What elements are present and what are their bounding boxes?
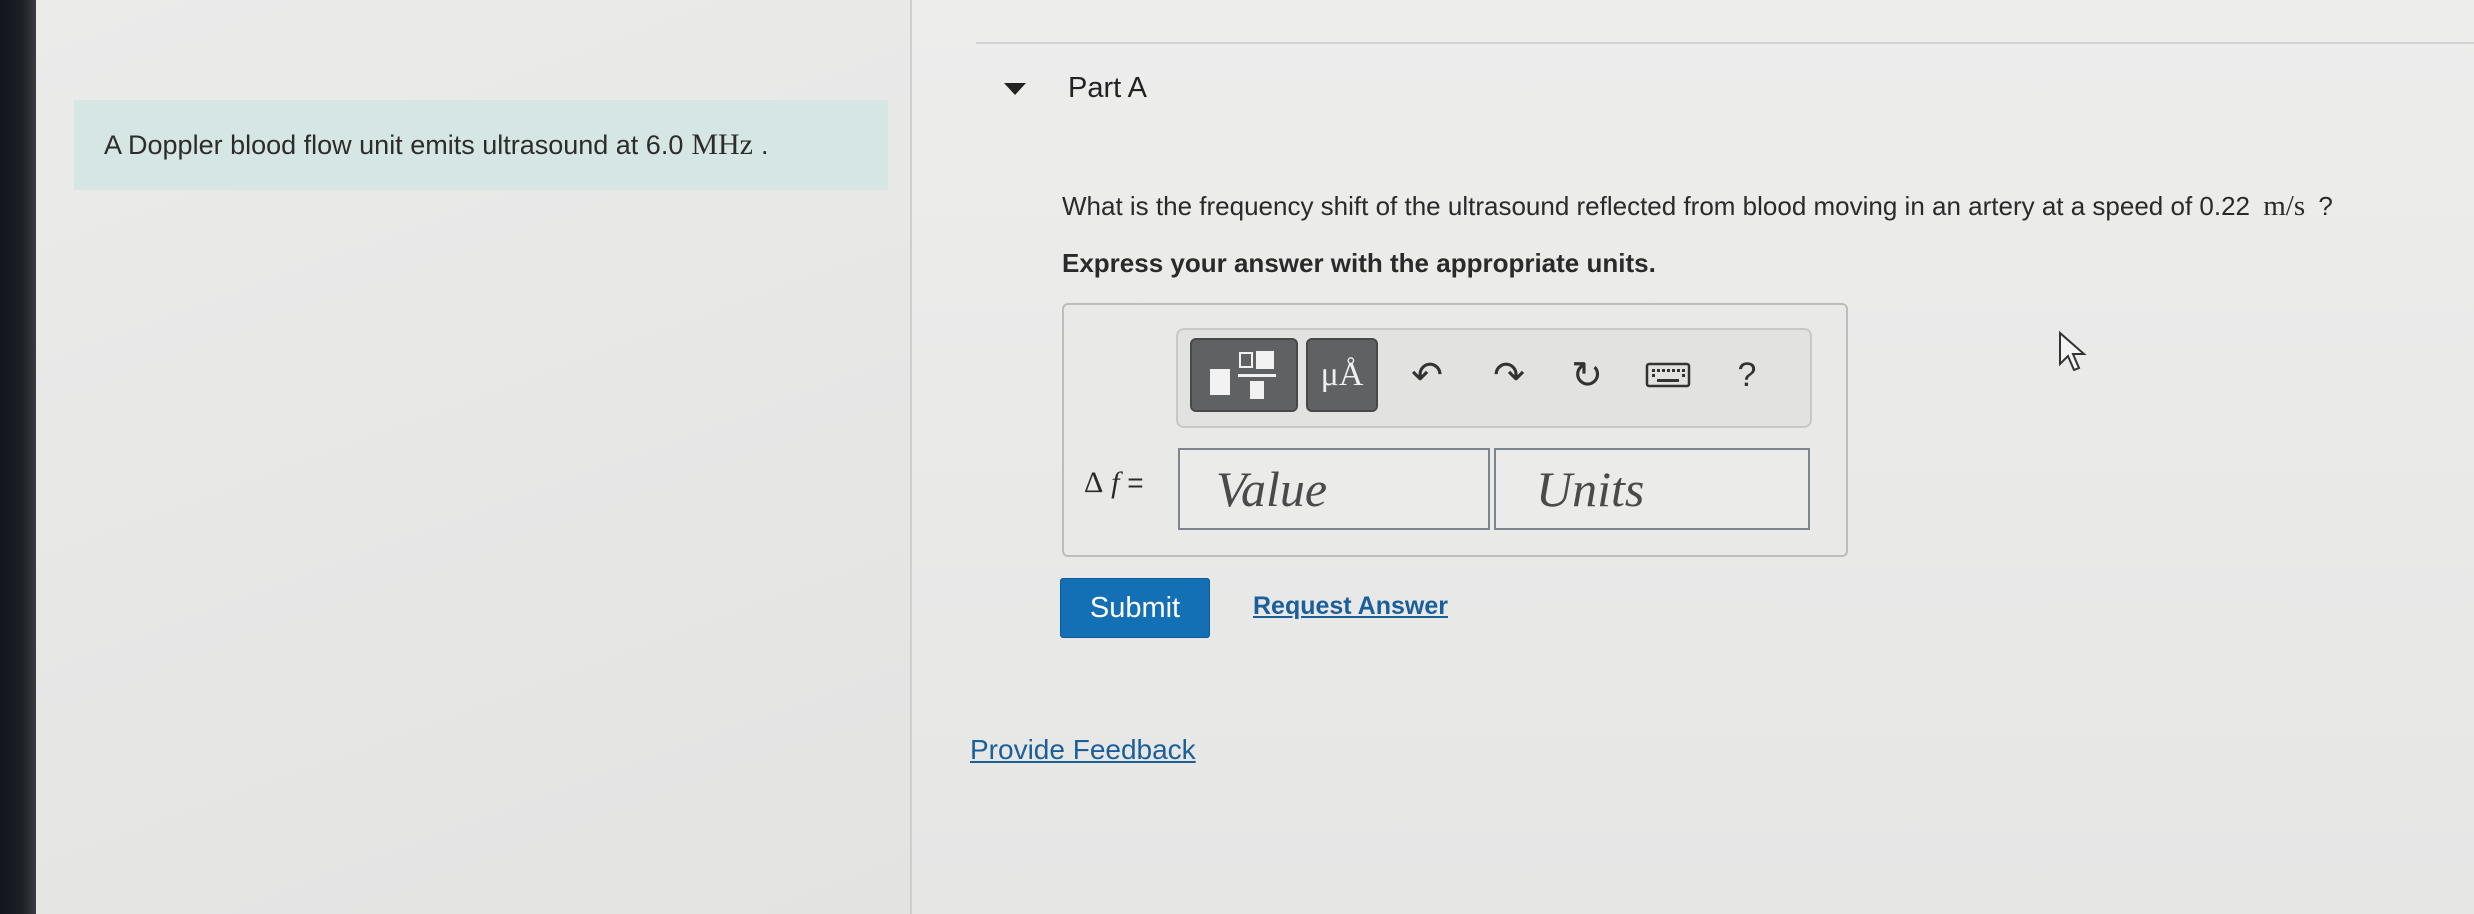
redo-icon[interactable]: ↷ [1484, 350, 1534, 400]
question-text: What is the frequency shift of the ultra… [1062, 190, 2333, 223]
keyboard-icon[interactable] [1642, 350, 1694, 400]
undo-icon[interactable]: ↶ [1402, 350, 1452, 400]
delta-symbol: Δ [1084, 466, 1104, 499]
part-divider [976, 42, 2474, 44]
units-button[interactable]: μÅ [1306, 338, 1378, 412]
units-input[interactable] [1494, 448, 1810, 530]
submit-button[interactable]: Submit [1060, 578, 1210, 638]
provide-feedback-link[interactable]: Provide Feedback [970, 734, 1196, 766]
part-title: Part A [1068, 72, 1147, 104]
intro-unit: MHz [691, 128, 753, 161]
answer-variable-label: Δ f = [1084, 466, 1144, 500]
help-icon[interactable]: ? [1722, 350, 1772, 400]
intro-suffix: . [761, 129, 769, 160]
problem-intro: A Doppler blood flow unit emits ultrasou… [74, 100, 888, 190]
units-button-label: μÅ [1320, 356, 1364, 393]
intro-text: A Doppler blood flow unit emits ultrasou… [104, 129, 684, 160]
collapse-caret-icon[interactable] [1004, 82, 1026, 95]
request-answer-link[interactable]: Request Answer [1253, 592, 1448, 621]
reset-icon[interactable]: ↻ [1562, 350, 1612, 400]
variable-f: f [1111, 466, 1120, 499]
templates-icon [1210, 351, 1276, 399]
value-input[interactable] [1178, 448, 1490, 530]
answer-instruction: Express your answer with the appropriate… [1062, 248, 1656, 278]
question-unit: m/s [2263, 190, 2306, 222]
mouse-pointer-icon [2059, 330, 2087, 372]
screen-edge [0, 0, 36, 914]
question-suffix: ? [2318, 191, 2333, 221]
question-body: What is the frequency shift of the ultra… [1062, 191, 2251, 221]
part-a-header[interactable]: Part A [1004, 72, 1147, 105]
equals-sign: = [1127, 467, 1144, 498]
templates-button[interactable] [1190, 338, 1298, 412]
